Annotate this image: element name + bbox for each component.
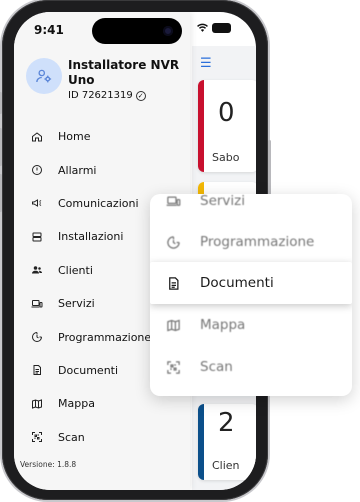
document-icon xyxy=(164,274,182,292)
menu-item-label: Clienti xyxy=(58,263,93,277)
popup-item-servizi[interactable]: Servizi xyxy=(150,194,352,222)
card-label: Sabo xyxy=(212,151,240,164)
user-avatar[interactable] xyxy=(26,58,62,94)
alert-icon xyxy=(30,163,44,177)
megaphone-icon xyxy=(30,196,44,210)
map-icon xyxy=(164,316,182,334)
status-bar: 9:41 xyxy=(14,12,256,46)
menu-item-home[interactable]: Home xyxy=(14,120,190,153)
menu-item-label: Mappa xyxy=(58,397,95,411)
menu-item-label: Documenti xyxy=(58,363,119,377)
wifi-icon xyxy=(196,21,209,37)
map-icon xyxy=(30,397,44,411)
menu-item-label: Installazioni xyxy=(58,230,124,244)
popup-item-documenti[interactable]: Documenti xyxy=(150,262,352,304)
menu-item-label: Programmazione xyxy=(58,330,152,344)
volume-down-button xyxy=(0,174,2,212)
popup-item-label: Servizi xyxy=(200,194,246,209)
volume-up-button xyxy=(0,128,2,166)
server-icon xyxy=(30,230,44,244)
users-icon xyxy=(30,263,44,277)
menu-item-label: Allarmi xyxy=(58,163,97,177)
menu-item-label: Servizi xyxy=(58,297,95,311)
menu-item-allarmi[interactable]: Allarmi xyxy=(14,153,190,186)
user-id-label: ID 72621319 xyxy=(68,90,133,101)
zoomed-menu-popup: Servizi Programmazione Documenti Mappa S… xyxy=(150,194,352,396)
devices-icon xyxy=(164,194,182,210)
menu-item-label: Home xyxy=(58,130,91,144)
user-id: ID 72621319 ✓ xyxy=(68,90,146,101)
popup-item-label: Mappa xyxy=(200,317,246,333)
user-name: Installatore NVR Uno xyxy=(68,58,180,87)
app-version: Versione: 1.8.8 xyxy=(20,460,77,469)
popup-item-programmazione[interactable]: Programmazione xyxy=(150,221,352,263)
scan-icon xyxy=(30,430,44,444)
stat-card-sabotaggi[interactable]: 0 Sabo xyxy=(198,80,256,172)
card-label: Clien xyxy=(212,459,240,472)
schedule-icon xyxy=(30,330,44,344)
hamburger-menu-icon[interactable]: ☰ xyxy=(200,56,212,71)
home-icon xyxy=(30,130,44,144)
card-accent-bar xyxy=(198,404,204,480)
document-icon xyxy=(30,363,44,377)
camera-lens xyxy=(163,26,173,36)
schedule-icon xyxy=(164,233,182,251)
scan-icon xyxy=(164,358,182,376)
mute-switch xyxy=(0,92,2,114)
card-number: 0 xyxy=(218,98,235,128)
popup-item-scan[interactable]: Scan xyxy=(150,346,352,388)
battery-icon xyxy=(212,23,231,33)
status-time: 9:41 xyxy=(34,23,64,37)
power-button xyxy=(268,140,271,198)
menu-item-label: Comunicazioni xyxy=(58,196,139,210)
popup-item-mappa[interactable]: Mappa xyxy=(150,304,352,346)
popup-item-label: Documenti xyxy=(200,275,274,291)
verified-check-icon: ✓ xyxy=(135,91,146,101)
popup-item-label: Programmazione xyxy=(200,234,315,250)
card-number: 2 xyxy=(218,408,235,438)
dynamic-island xyxy=(92,18,182,44)
menu-item-label: Scan xyxy=(58,430,85,444)
menu-item-scan[interactable]: Scan xyxy=(14,421,190,454)
stat-card-clienti[interactable]: 2 Clien xyxy=(198,404,256,480)
popup-item-label: Scan xyxy=(200,359,233,375)
card-accent-bar xyxy=(198,80,204,172)
devices-icon xyxy=(30,297,44,311)
user-settings-icon xyxy=(36,69,52,83)
